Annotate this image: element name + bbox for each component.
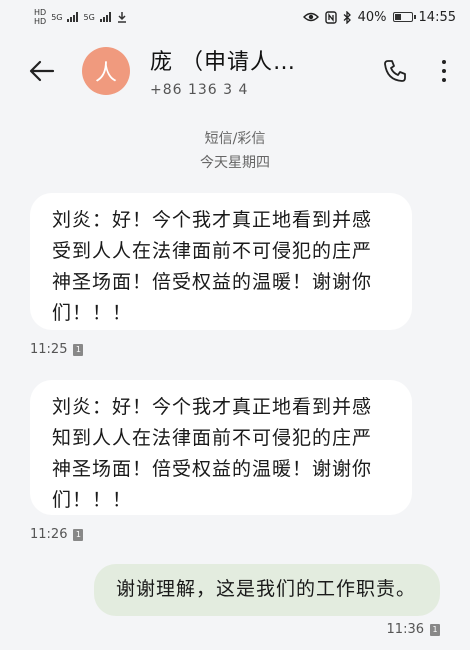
battery-percent: 40%	[357, 9, 387, 25]
thread-date-label: 今天星期四	[200, 155, 270, 171]
call-button[interactable]	[378, 54, 412, 88]
message-bubble-incoming[interactable]: 刘炎：好！今个我才真正地看到并感 知到人人在法律面前不可侵犯的庄严 神圣场面！倍…	[30, 380, 412, 515]
message-line: 知到人人在法律面前不可侵犯的庄严	[52, 427, 373, 449]
message-line: 刘炎：好！今个我才真正地看到并感	[52, 396, 373, 418]
status-right: 40% 14:55	[302, 9, 456, 25]
sim-card-icon: 1	[73, 343, 84, 356]
message-line: 神圣场面！倍受权益的温暖！谢谢你	[52, 271, 373, 293]
avatar[interactable]: 人	[82, 47, 130, 95]
more-vertical-icon[interactable]	[434, 54, 454, 88]
nfc-icon	[324, 10, 337, 24]
signal-1-icon	[67, 12, 79, 22]
eye-icon	[302, 12, 319, 22]
battery-icon	[392, 12, 416, 22]
message-line: 受到人人在法律面前不可侵犯的庄严	[52, 240, 373, 262]
status-left: HD HD 5G 5G	[34, 8, 128, 26]
message-line: 谢谢理解，这是我们的工作职责。	[116, 578, 417, 600]
bluetooth-icon	[343, 10, 351, 24]
sim-card-icon: 1	[430, 623, 440, 636]
phone-icon	[384, 60, 406, 82]
arrow-left-icon	[29, 60, 55, 82]
message-timestamp: 11:26 1	[30, 527, 84, 542]
message-timestamp: 11:25 1	[30, 342, 84, 357]
clock: 14:55	[418, 9, 456, 25]
back-button[interactable]	[24, 53, 60, 89]
message-timestamp: 11:36 1	[387, 622, 440, 637]
contact-info[interactable]: 庞 （申请人… +86 136 3 4	[150, 44, 378, 98]
message-line: 们！！！	[52, 489, 133, 511]
message-line: 刘炎：好！今个我才真正地看到并感	[52, 209, 373, 231]
contact-name: 庞 （申请人…	[150, 50, 296, 75]
conversation-header: 人 庞 （申请人… +86 136 3 4	[0, 36, 470, 106]
message-bubble-incoming[interactable]: 刘炎：好！今个我才真正地看到并感 受到人人在法律面前不可侵犯的庄严 神圣场面！倍…	[30, 193, 412, 330]
sim-card-icon: 1	[73, 528, 84, 541]
signal-2-icon	[99, 12, 111, 22]
status-bar: HD HD 5G 5G 40% 14:55	[0, 0, 470, 34]
thread-type-label: 短信/彩信	[204, 131, 266, 147]
hd-label: HD HD	[34, 8, 47, 26]
contact-phone: +86 136 3 4	[150, 82, 249, 98]
signal-2-label: 5G	[83, 12, 95, 22]
message-bubble-outgoing[interactable]: 谢谢理解，这是我们的工作职责。	[94, 564, 440, 616]
download-icon	[117, 12, 126, 23]
signal-1-label: 5G	[51, 12, 63, 22]
message-line: 们！！！	[52, 302, 133, 324]
message-line: 神圣场面！倍受权益的温暖！谢谢你	[52, 458, 373, 480]
